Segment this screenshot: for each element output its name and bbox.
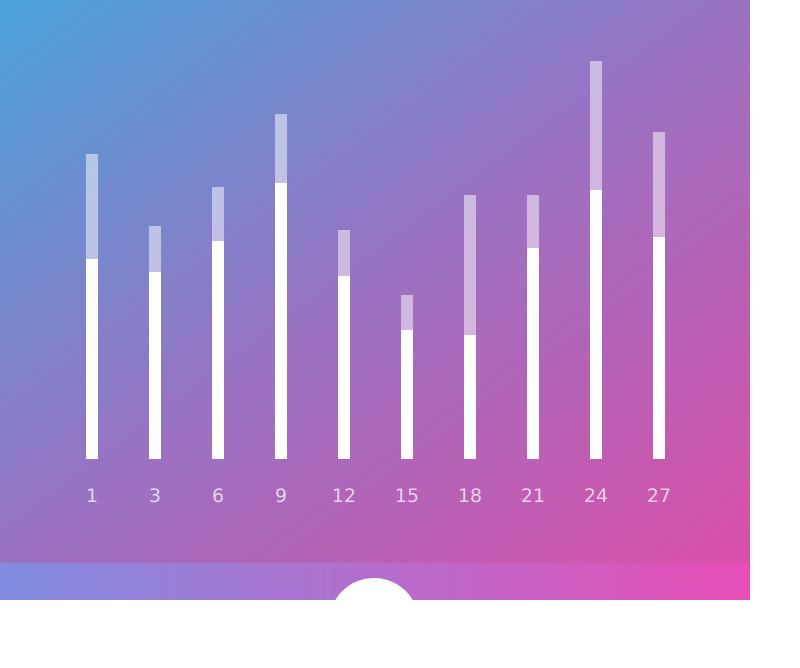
bar-upper-segment-1 [86,154,98,259]
x-tick-label-9: 9 [275,485,287,507]
x-tick-label-12: 12 [332,485,356,507]
bar-lower-segment-27 [653,237,665,459]
bar-upper-segment-24 [590,61,602,190]
x-tick-label-21: 21 [521,485,545,507]
bar-upper-segment-9 [275,114,287,183]
chart-card: 1 3 6 9 12 15 18 21 24 27 [0,0,750,563]
bar-lower-segment-3 [149,272,161,459]
bar-upper-segment-3 [149,226,161,272]
bar-lower-segment-15 [401,330,413,459]
chart-background [0,0,750,563]
bar-upper-segment-21 [527,195,539,248]
x-tick-label-24: 24 [584,485,608,507]
bar-upper-segment-15 [401,295,413,330]
x-tick-label-27: 27 [647,485,671,507]
bar-lower-segment-12 [338,276,350,459]
x-tick-label-15: 15 [395,485,419,507]
bar-upper-segment-27 [653,132,665,237]
x-tick-label-6: 6 [212,485,224,507]
bar-chart: 1 3 6 9 12 15 18 21 24 27 [0,0,750,563]
action-button[interactable] [329,578,419,668]
bar-upper-segment-18 [464,195,476,335]
x-tick-label-3: 3 [149,485,161,507]
x-tick-label-1: 1 [86,485,98,507]
bar-lower-segment-18 [464,335,476,459]
bar-lower-segment-1 [86,259,98,459]
bar-upper-segment-12 [338,230,350,276]
bar-lower-segment-9 [275,183,287,459]
bar-lower-segment-6 [212,241,224,459]
bar-lower-segment-21 [527,248,539,459]
bar-upper-segment-6 [212,187,224,241]
bar-lower-segment-24 [590,190,602,459]
x-tick-label-18: 18 [458,485,482,507]
